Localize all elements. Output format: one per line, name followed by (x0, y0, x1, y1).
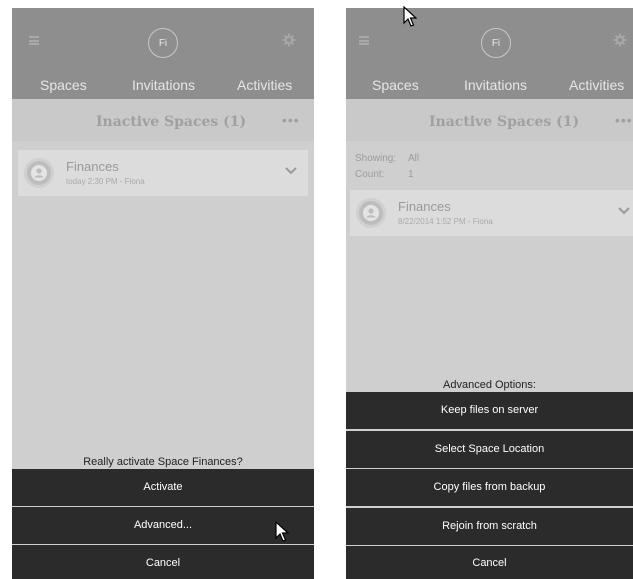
mouse-cursor-icon (275, 521, 289, 542)
top-bar: Fi Spaces Invitations Activities (346, 8, 633, 99)
tab-invitations[interactable]: Invitations (132, 77, 195, 93)
activate-button[interactable]: Activate (12, 469, 314, 506)
hamburger-menu-icon[interactable] (359, 36, 369, 45)
tab-invitations[interactable]: Invitations (464, 77, 527, 93)
hamburger-menu-icon[interactable] (29, 36, 39, 45)
page-title: Inactive Spaces (1) (96, 114, 247, 130)
top-bar: Fi Spaces Invitations Activities (12, 8, 314, 99)
cancel-button[interactable]: Cancel (12, 545, 314, 579)
chevron-down-icon[interactable] (617, 206, 631, 216)
page-title: Inactive Spaces (1) (429, 114, 580, 130)
cancel-button[interactable]: Cancel (346, 546, 633, 579)
tab-activities[interactable]: Activities (237, 77, 292, 93)
gear-icon[interactable] (282, 33, 296, 47)
user-icon (356, 198, 386, 228)
activate-prompt: Really activate Space Finances? (83, 456, 243, 468)
more-options-button[interactable]: ••• (615, 112, 633, 128)
space-meta: today 2:30 PM - Fiona (66, 177, 145, 186)
rejoin-from-scratch-button[interactable]: Rejoin from scratch (346, 508, 633, 545)
space-list-item[interactable]: Finances today 2:30 PM - Fiona (18, 150, 308, 196)
copy-files-from-backup-button[interactable]: Copy files from backup (346, 469, 633, 506)
mouse-cursor-icon (403, 6, 417, 27)
tab-spaces[interactable]: Spaces (40, 77, 87, 93)
select-space-location-button[interactable]: Select Space Location (346, 431, 633, 468)
space-name: Finances (66, 159, 119, 174)
profile-avatar[interactable]: Fi (481, 28, 511, 58)
chevron-down-icon[interactable] (284, 166, 298, 176)
more-options-button[interactable]: ••• (282, 112, 300, 128)
left-screen: Fi Spaces Invitations Activities Inactiv… (12, 8, 314, 579)
space-name: Finances (398, 199, 451, 214)
advanced-button[interactable]: Advanced... (12, 507, 314, 544)
space-meta: 8/22/2014 1:52 PM - Fiona (398, 217, 493, 226)
advanced-options-prompt: Advanced Options: (443, 379, 536, 391)
keep-files-on-server-button[interactable]: Keep files on server (346, 392, 633, 429)
gear-icon[interactable] (613, 33, 627, 47)
space-list-item[interactable]: Finances 8/22/2014 1:52 PM - Fiona (350, 190, 633, 236)
showing-label: Showing: (355, 153, 397, 164)
user-icon (24, 158, 54, 188)
count-value: 1 (408, 169, 414, 180)
count-label: Count: (355, 169, 385, 180)
right-screen: Fi Spaces Invitations Activities Inactiv… (346, 8, 633, 579)
tab-spaces[interactable]: Spaces (372, 77, 419, 93)
profile-avatar[interactable]: Fi (148, 28, 178, 58)
showing-value: All (408, 153, 420, 164)
tab-activities[interactable]: Activities (569, 77, 624, 93)
